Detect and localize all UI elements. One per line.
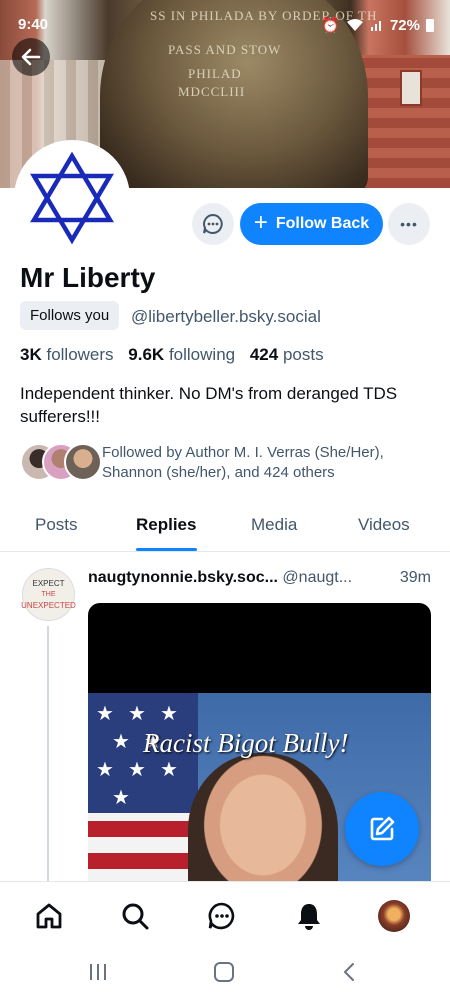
bell-inscription-4: MDCCLIII <box>178 84 246 99</box>
follower-avatar-3 <box>64 443 102 481</box>
home-icon <box>36 903 62 929</box>
flag-star: ★ <box>112 731 130 753</box>
followed-by-row[interactable]: Followed by Author M. I. Verras (She/Her… <box>20 443 440 483</box>
star-of-david-icon <box>30 151 114 245</box>
tab-videos[interactable]: Videos <box>358 515 410 535</box>
bell-inscription-3: PHILAD <box>188 66 242 81</box>
followed-by-text: Followed by Author M. I. Verras (She/Her… <box>102 444 384 481</box>
battery-percent: 72% <box>389 16 420 34</box>
flag-star: ★ <box>160 703 178 725</box>
status-bar: 9:40 ⏰ 72% <box>0 0 450 48</box>
nav-avatar <box>378 900 410 932</box>
profile-bio: Independent thinker. No DM's from derang… <box>20 384 398 426</box>
flag-star: ★ <box>112 787 130 809</box>
pencil-square-icon <box>370 816 395 841</box>
post-header: naugtynonnie.bsky.soc... @naugt... 39m <box>88 569 433 587</box>
alarm-icon: ⏰ <box>321 17 340 34</box>
flag-star: ★ <box>96 759 114 781</box>
nav-chat[interactable] <box>205 899 239 933</box>
avatar-text-bottom: UNEXPECTED <box>21 601 76 610</box>
follows-you-badge: Follows you <box>20 301 120 330</box>
post-author-handle[interactable]: @naugt... <box>282 569 352 586</box>
avatar-text-top: EXPECT <box>32 579 65 588</box>
more-horizontal-icon: ••• <box>400 216 418 232</box>
nav-search[interactable] <box>118 899 152 933</box>
nav-notifications[interactable] <box>292 899 326 933</box>
tab-posts[interactable]: Posts <box>35 515 78 535</box>
system-navigation-bar <box>0 948 450 1000</box>
more-options-button[interactable]: ••• <box>388 203 430 245</box>
message-button[interactable] <box>192 203 234 245</box>
media-caption: Racist Bigot Bully! <box>143 728 349 758</box>
chat-icon <box>208 902 235 930</box>
home-system-icon[interactable] <box>212 960 236 984</box>
following-link[interactable]: 9.6K following <box>128 345 235 364</box>
banner-window <box>400 70 422 106</box>
search-icon <box>122 903 149 930</box>
flag-star: ★ <box>96 703 114 725</box>
post-author-avatar[interactable]: EXPECT THE UNEXPECTED <box>21 568 76 621</box>
back-button[interactable] <box>12 38 50 76</box>
post-author-name[interactable]: naugtynonnie.bsky.soc... <box>88 569 278 586</box>
signal-icon <box>370 21 381 31</box>
arrow-left-icon <box>21 48 41 66</box>
followers-label: followers <box>46 345 114 364</box>
profile-tabs: Posts Replies Media Videos <box>0 500 450 552</box>
followers-count: 3K <box>20 345 42 364</box>
status-icons: ⏰ 72% <box>321 16 434 34</box>
follow-back-label: Follow Back <box>275 215 370 232</box>
flag-star: ★ <box>128 703 146 725</box>
chat-bubble-icon <box>203 213 223 234</box>
tab-replies[interactable]: Replies <box>136 515 196 535</box>
plus-icon: + <box>253 208 268 236</box>
following-count: 9.6K <box>128 345 165 364</box>
back-system-icon[interactable] <box>338 960 362 984</box>
bottom-navigation <box>0 881 450 948</box>
profile-stats: 3K followers 9.6K following 424 posts <box>20 345 334 365</box>
post-time[interactable]: 39m <box>400 569 431 587</box>
posts-label: posts <box>282 345 324 364</box>
flag-star: ★ <box>128 759 146 781</box>
nav-home[interactable] <box>32 899 66 933</box>
posts-count: 424 <box>249 345 279 364</box>
follow-back-button[interactable]: + Follow Back <box>240 203 383 245</box>
recent-apps-icon[interactable] <box>86 960 110 984</box>
status-time: 9:40 <box>18 16 49 33</box>
tab-media[interactable]: Media <box>251 515 297 535</box>
compose-button[interactable] <box>345 792 419 866</box>
battery-icon <box>426 18 434 32</box>
bell-icon <box>298 904 320 930</box>
person-photo <box>188 753 338 893</box>
active-tab-indicator <box>136 548 197 551</box>
followers-link[interactable]: 3K followers <box>20 345 114 364</box>
nav-profile[interactable] <box>377 899 411 933</box>
display-name: Mr Liberty <box>20 262 156 293</box>
flag-star: ★ <box>160 759 178 781</box>
profile-handle: @libertybeller.bsky.social <box>131 307 321 326</box>
wifi-icon <box>346 19 363 31</box>
thread-line <box>47 626 49 886</box>
following-label: following <box>168 345 236 364</box>
profile-avatar[interactable] <box>14 140 130 256</box>
posts-stat: 424 posts <box>250 345 324 364</box>
avatar-text-mid: THE <box>41 591 56 598</box>
